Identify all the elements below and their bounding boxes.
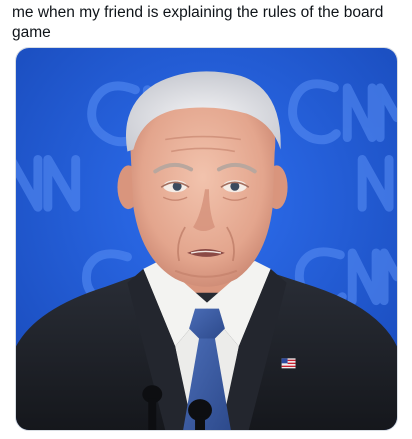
- flag-pin-icon: [281, 358, 296, 369]
- post-caption: me when my friend is explaining the rule…: [12, 4, 384, 41]
- post-image[interactable]: [15, 47, 398, 431]
- debate-photo: [16, 48, 397, 430]
